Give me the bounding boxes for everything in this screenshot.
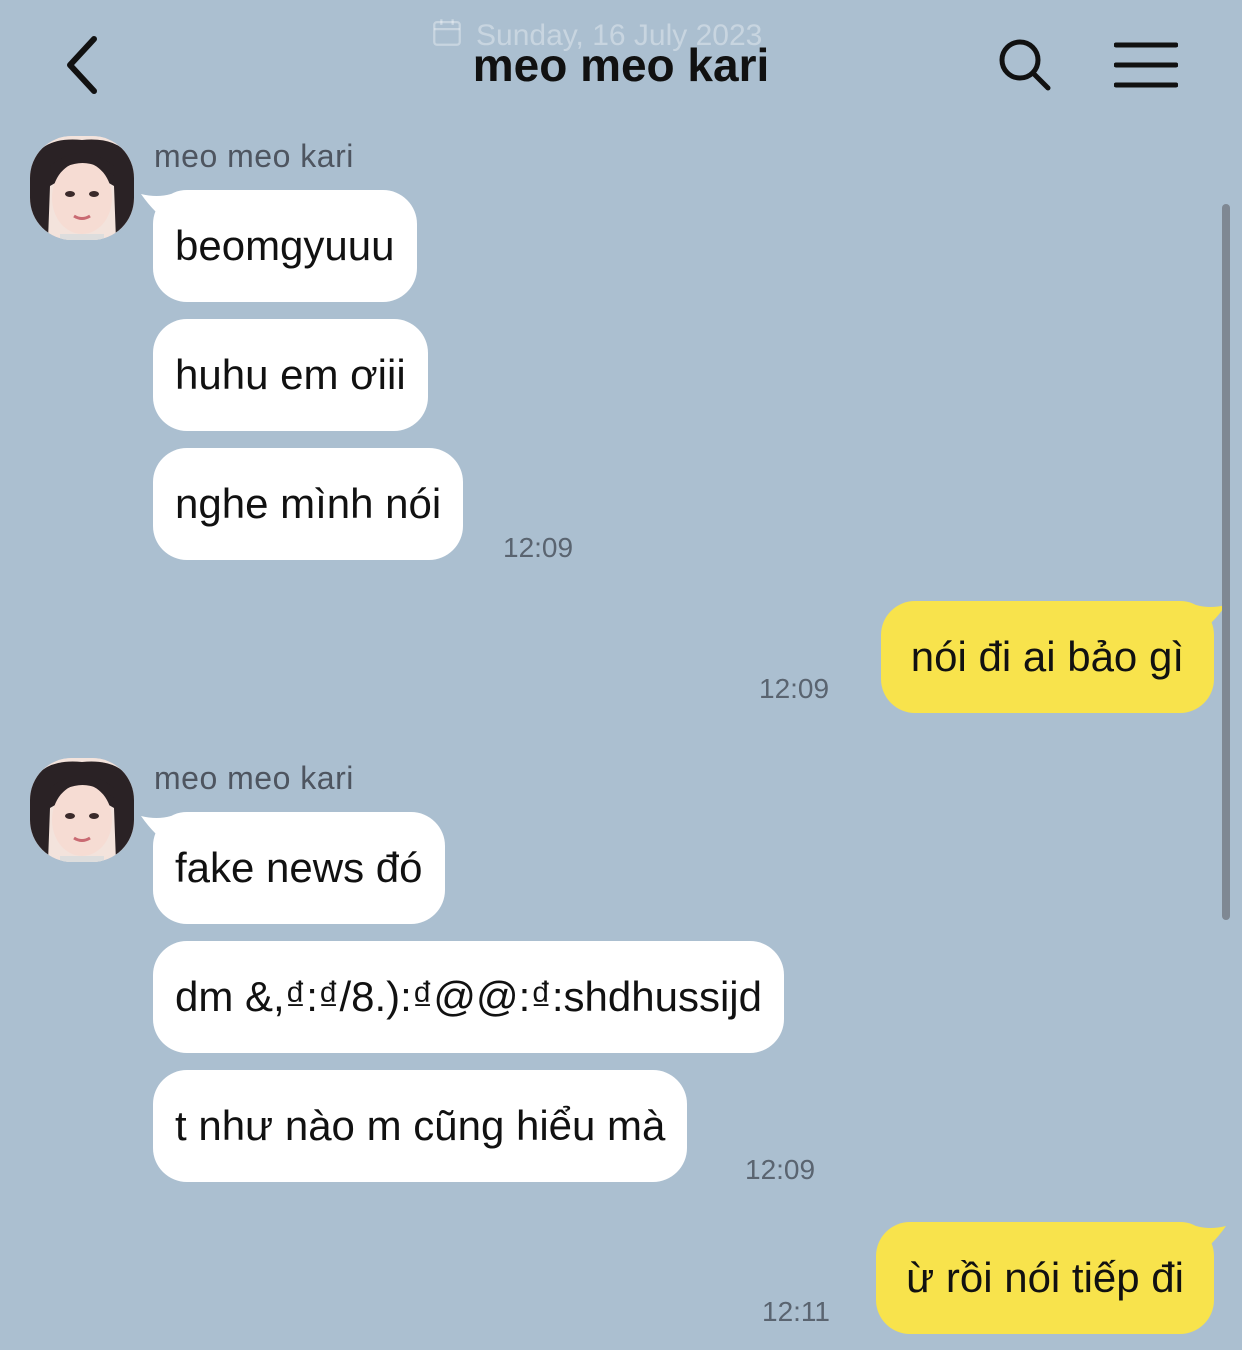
outgoing-message-bubble[interactable]: ừ rồi nói tiếp đi: [876, 1222, 1226, 1334]
incoming-message-bubble[interactable]: fake news đó: [141, 812, 445, 924]
incoming-message-bubble[interactable]: dm &,₫:₫/8.):₫@@:₫:shdhussijd: [153, 941, 784, 1053]
bubble-tail: [141, 194, 171, 224]
outgoing-message-bubble[interactable]: nói đi ai bảo gì: [880, 601, 1226, 713]
message-text: fake news đó: [175, 844, 423, 891]
chat-header: Sunday, 16 July 2023 meo meo kari: [0, 0, 1242, 132]
hamburger-menu-icon: [1113, 40, 1179, 95]
message-text: dm &,₫:₫/8.):₫@@:₫:shdhussijd: [175, 973, 762, 1020]
message-text: beomgyuuu: [175, 222, 395, 269]
incoming-message-bubble[interactable]: t như nào m cũng hiểu mà: [153, 1070, 688, 1182]
message-text: nói đi ai bảo gì: [910, 633, 1184, 680]
avatar[interactable]: [30, 758, 134, 862]
bubble-tail: [1196, 1226, 1226, 1256]
message-text: t như nào m cũng hiểu mà: [175, 1102, 666, 1149]
menu-button[interactable]: [1110, 34, 1182, 100]
search-button[interactable]: [992, 34, 1058, 100]
bubble-tail: [141, 816, 171, 846]
incoming-message-bubble[interactable]: beomgyuuu: [141, 190, 417, 302]
incoming-message-bubble[interactable]: nghe mình nói: [153, 448, 464, 560]
message-timestamp: 12:09: [745, 1154, 816, 1185]
message-timestamp: 12:11: [762, 1296, 830, 1327]
search-icon: [996, 36, 1054, 99]
avatar[interactable]: [30, 136, 134, 240]
message-timestamp: 12:09: [503, 532, 574, 563]
incoming-message-bubble[interactable]: huhu em ơiii: [153, 319, 428, 431]
message-text: ừ rồi nói tiếp đi: [906, 1254, 1184, 1301]
message-text: huhu em ơiii: [175, 351, 406, 398]
scrollbar[interactable]: [1222, 204, 1230, 920]
message-text: nghe mình nói: [175, 480, 442, 527]
sender-name: meo meo kari: [154, 760, 354, 796]
sender-name: meo meo kari: [154, 138, 354, 174]
message-timestamp: 12:09: [759, 673, 830, 704]
